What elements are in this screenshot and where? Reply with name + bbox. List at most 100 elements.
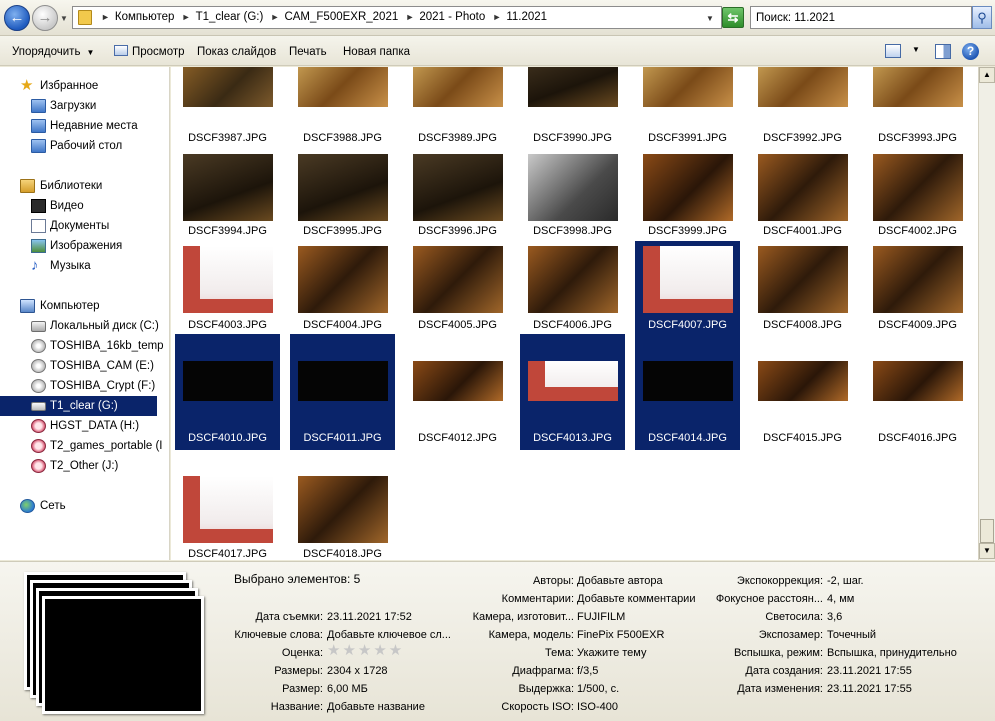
nav-item-drive-g[interactable]: T1_clear (G:) (0, 396, 157, 416)
new-folder-button[interactable]: Новая папка (343, 44, 410, 60)
nav-item-images[interactable]: Изображения (0, 236, 169, 256)
property-value[interactable]: Добавьте ключевое сл... (327, 626, 451, 644)
chevron-right-icon[interactable]: ► (182, 12, 191, 22)
file-tile[interactable]: DSCF3994.JPG (175, 136, 280, 243)
property-value[interactable]: 6,00 МБ (327, 680, 368, 698)
nav-item-drive-i[interactable]: T2_games_portable (I (0, 436, 169, 456)
nav-item-documents[interactable]: Документы (0, 216, 169, 236)
chevron-right-icon[interactable]: ► (492, 12, 501, 22)
property-value[interactable]: ISO-400 (577, 698, 618, 716)
back-button[interactable]: ← (4, 5, 30, 31)
nav-item-recent[interactable]: Недавние места (0, 116, 169, 136)
nav-item-downloads[interactable]: Загрузки (0, 96, 169, 116)
file-tile[interactable]: DSCF4015.JPG (750, 334, 855, 450)
file-tile[interactable]: DSCF4003.JPG (175, 241, 280, 337)
property-value[interactable]: Добавьте комментарии (577, 590, 695, 608)
file-tile[interactable]: DSCF3999.JPG (635, 136, 740, 243)
nav-item-favorites[interactable]: ★ Избранное (0, 76, 169, 96)
file-tile[interactable]: DSCF4007.JPG (635, 241, 740, 337)
nav-item-toshiba-16kb[interactable]: TOSHIBA_16kb_temp (0, 336, 169, 356)
file-tile[interactable]: DSCF4016.JPG (865, 334, 970, 450)
recent-pages-dropdown[interactable]: ▼ (60, 14, 68, 23)
nav-item-drive-f[interactable]: TOSHIBA_Crypt (F:) (0, 376, 169, 396)
preview-pane-icon[interactable] (935, 44, 951, 59)
file-tile[interactable]: DSCF4017.JPG (175, 451, 280, 560)
nav-item-network[interactable]: Сеть (0, 496, 169, 516)
file-tile[interactable]: DSCF4010.JPG (175, 334, 280, 450)
file-tile[interactable]: DSCF4004.JPG (290, 241, 395, 337)
file-tile[interactable]: DSCF3995.JPG (290, 136, 395, 243)
search-button[interactable]: ⚲ (972, 6, 992, 29)
property-value[interactable]: Точечный (827, 626, 876, 644)
property-value[interactable]: FUJIFILM (577, 608, 625, 626)
file-tile[interactable]: DSCF4001.JPG (750, 136, 855, 243)
property-value[interactable]: 1/500, с. (577, 680, 619, 698)
breadcrumb-item[interactable]: 11.2021 (506, 11, 547, 23)
property-value[interactable]: Вспышка, принудительно (827, 644, 957, 662)
property-value[interactable]: 23.11.2021 17:55 (827, 662, 912, 680)
organize-button[interactable]: Упорядочить ▼ (12, 44, 94, 60)
breadcrumb-item[interactable]: CAM_F500EXR_2021 (284, 11, 398, 23)
chevron-right-icon[interactable]: ► (101, 12, 110, 22)
breadcrumb-item[interactable]: Компьютер (115, 11, 175, 23)
nav-item-drive-j[interactable]: T2_Other (J:) (0, 456, 169, 476)
scroll-down-button[interactable]: ▼ (979, 543, 995, 559)
vertical-scrollbar[interactable]: ▲ ▼ (978, 67, 995, 560)
file-tile[interactable]: DSCF4013.JPG (520, 334, 625, 450)
view-options-icon[interactable] (885, 44, 901, 58)
file-tile[interactable]: DSCF4011.JPG (290, 334, 395, 450)
preview-button[interactable]: Просмотр (114, 44, 185, 60)
property-value[interactable]: Укажите тему (577, 644, 646, 662)
file-tile[interactable]: DSCF4018.JPG (290, 451, 395, 560)
chevron-right-icon[interactable]: ► (271, 12, 280, 22)
address-field[interactable]: ► Компьютер ► T1_clear (G:) ► CAM_F500EXR_2… (72, 6, 722, 29)
forward-button[interactable]: → (32, 5, 58, 31)
nav-item-desktop[interactable]: Рабочий стол (0, 136, 169, 156)
file-tile[interactable]: DSCF4006.JPG (520, 241, 625, 337)
nav-item-drive-h[interactable]: HGST_DATA (H:) (0, 416, 169, 436)
breadcrumb-item[interactable]: T1_clear (G:) (196, 11, 264, 23)
nav-item-label: Загрузки (50, 100, 97, 112)
nav-item-computer[interactable]: Компьютер (0, 296, 169, 316)
nav-item-video[interactable]: Видео (0, 196, 169, 216)
search-input[interactable] (751, 7, 961, 28)
scroll-thumb[interactable] (980, 519, 994, 543)
file-tile[interactable]: DSCF4005.JPG (405, 241, 510, 337)
property-value[interactable]: FinePix F500EXR (577, 626, 664, 644)
address-dropdown[interactable]: ▼ (706, 14, 714, 23)
property-value[interactable]: 23.11.2021 17:52 (327, 608, 412, 626)
file-tile[interactable]: DSCF4008.JPG (750, 241, 855, 337)
nav-item-music[interactable]: ♪ Музыка (0, 256, 169, 276)
nav-item-drive-c[interactable]: Локальный диск (C:) (0, 316, 169, 336)
property-value[interactable]: 4, мм (827, 590, 854, 608)
view-options-dropdown[interactable]: ▼ (912, 45, 920, 63)
search-box[interactable] (750, 6, 972, 29)
file-tile[interactable]: DSCF4012.JPG (405, 334, 510, 450)
chevron-right-icon[interactable]: ► (405, 12, 414, 22)
file-name-label: DSCF4003.JPG (188, 319, 267, 331)
property-value[interactable]: -2, шаг. (827, 572, 864, 590)
help-icon[interactable]: ? (962, 43, 979, 60)
property-value[interactable]: 2304 x 1728 (327, 662, 388, 680)
nav-item-drive-e[interactable]: TOSHIBA_CAM (E:) (0, 356, 169, 376)
nav-item-libraries[interactable]: Библиотеки (0, 176, 169, 196)
scroll-up-button[interactable]: ▲ (979, 67, 995, 83)
print-button[interactable]: Печать (289, 44, 327, 60)
property-value[interactable]: 3,6 (827, 608, 842, 626)
property-value[interactable]: f/3,5 (577, 662, 598, 680)
property-label: Светосила: (765, 611, 823, 623)
file-tile[interactable]: DSCF3998.JPG (520, 136, 625, 243)
property-value[interactable]: Добавьте автора (577, 572, 663, 590)
breadcrumb-item[interactable]: 2021 - Photo (419, 11, 485, 23)
file-tile[interactable]: DSCF4014.JPG (635, 334, 740, 450)
property-value[interactable]: 23.11.2021 17:55 (827, 680, 912, 698)
file-tile[interactable]: DSCF3996.JPG (405, 136, 510, 243)
slideshow-button[interactable]: Показ слайдов (197, 44, 276, 60)
property-value[interactable]: Добавьте название (327, 698, 425, 716)
photo-thumbnail (298, 246, 388, 313)
file-tile[interactable]: DSCF4009.JPG (865, 241, 970, 337)
refresh-button[interactable]: ⇆ (722, 7, 744, 28)
file-name-label: DSCF4012.JPG (418, 432, 497, 444)
rating-stars[interactable]: ★★★★★ (327, 642, 404, 660)
file-tile[interactable]: DSCF4002.JPG (865, 136, 970, 243)
